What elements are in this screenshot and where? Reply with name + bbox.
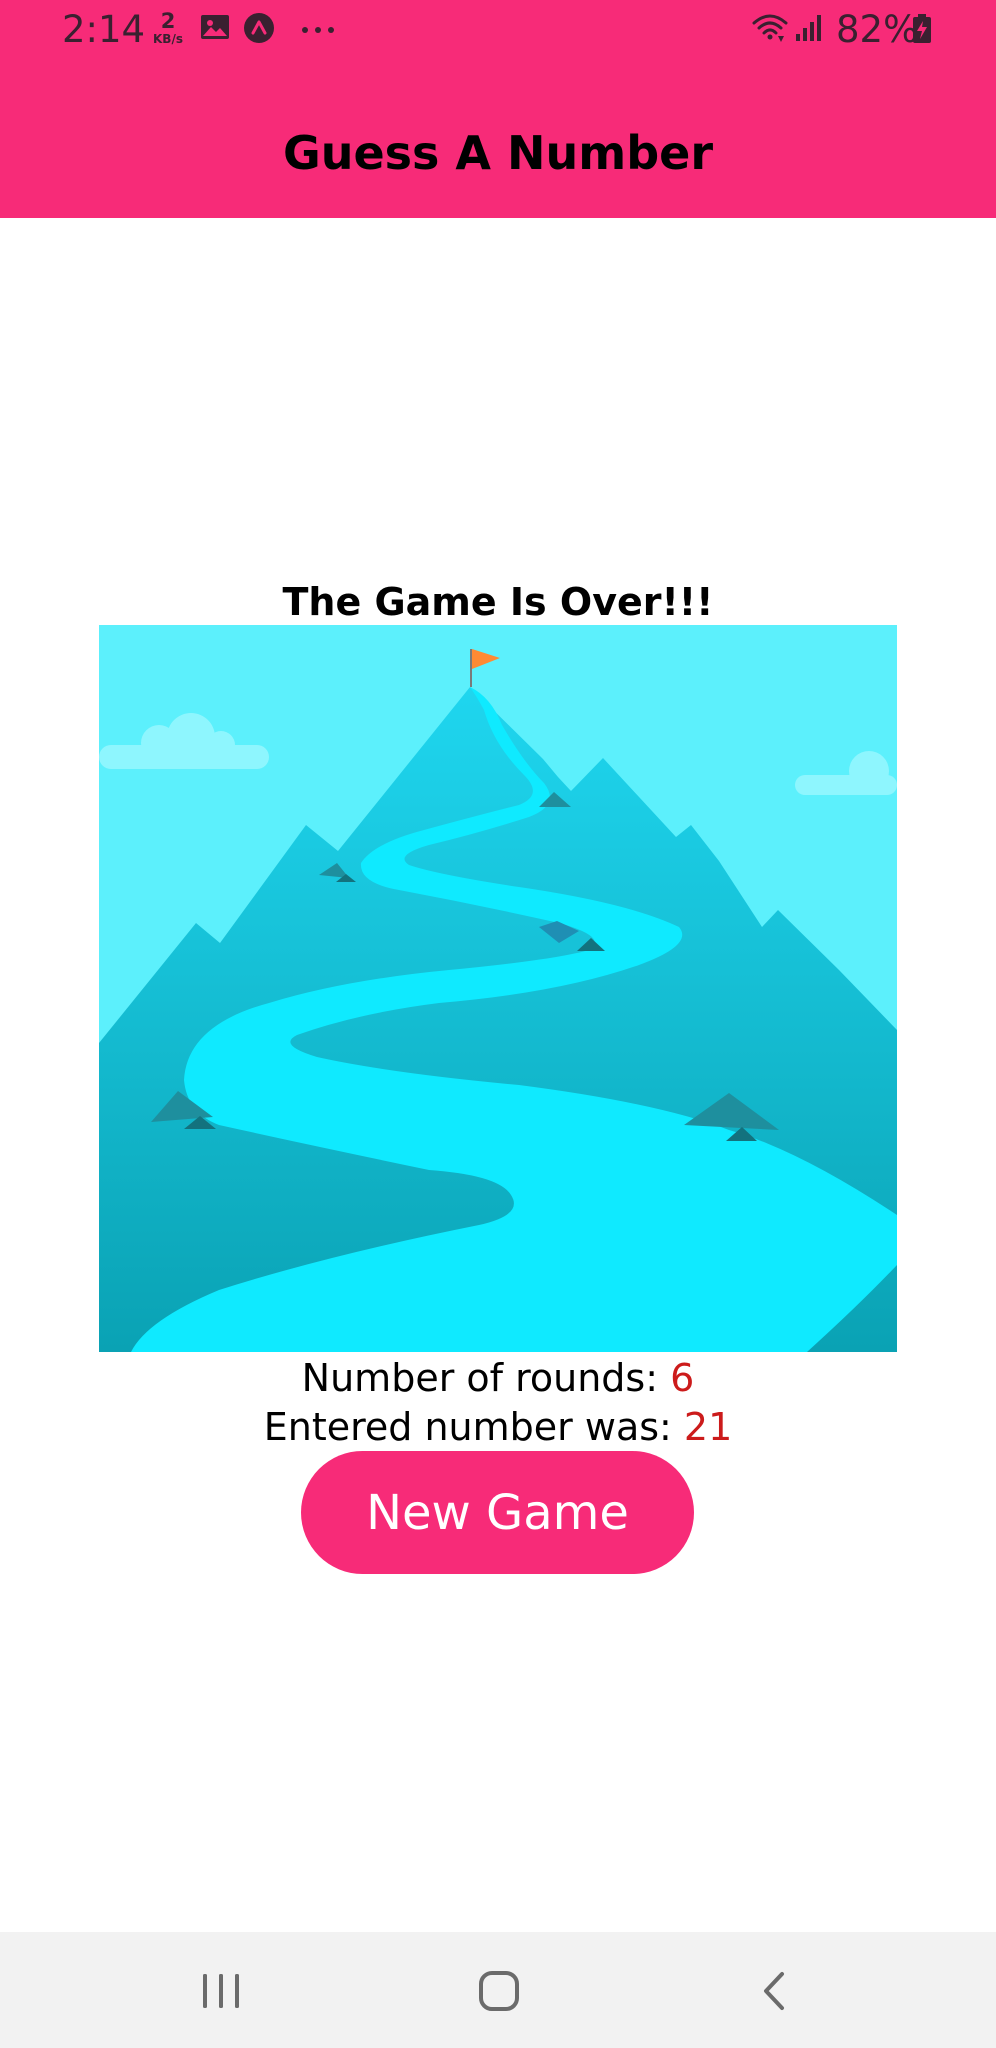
status-time: 2:14: [62, 8, 146, 51]
mountain-summit-image: [99, 625, 897, 1352]
network-speed: 2 KB/s: [148, 9, 188, 48]
network-speed-value: 2: [160, 9, 176, 33]
battery-percent: 82%: [836, 8, 919, 51]
home-icon[interactable]: [478, 1970, 520, 2012]
battery-charging-icon: [913, 14, 931, 43]
status-bar: 2:14 2 KB/s 82%: [0, 0, 996, 60]
entered-number-summary: Entered number was: 21: [0, 1402, 996, 1452]
system-nav-bar: [0, 1932, 996, 2048]
gallery-icon: [201, 15, 229, 39]
new-game-button[interactable]: New Game: [301, 1451, 694, 1574]
rounds-value: 6: [670, 1356, 695, 1400]
recents-icon[interactable]: [200, 1972, 242, 2010]
app-notification-icon: [244, 13, 274, 43]
wifi-icon: [752, 14, 788, 42]
game-over-title: The Game Is Over!!!: [282, 580, 714, 624]
signal-icon: [796, 15, 821, 41]
app-title: Guess A Number: [282, 126, 714, 180]
entered-number-value: 21: [683, 1405, 733, 1449]
network-speed-unit: KB/s: [153, 32, 183, 46]
entered-number-label: Entered number was:: [263, 1405, 684, 1449]
rounds-summary: Number of rounds: 6: [0, 1353, 996, 1403]
back-icon[interactable]: [760, 1970, 788, 2012]
more-icon: [302, 27, 334, 33]
app-header: 2:14 2 KB/s 82% Guess A Number: [0, 0, 996, 218]
rounds-label: Number of rounds:: [301, 1356, 671, 1400]
